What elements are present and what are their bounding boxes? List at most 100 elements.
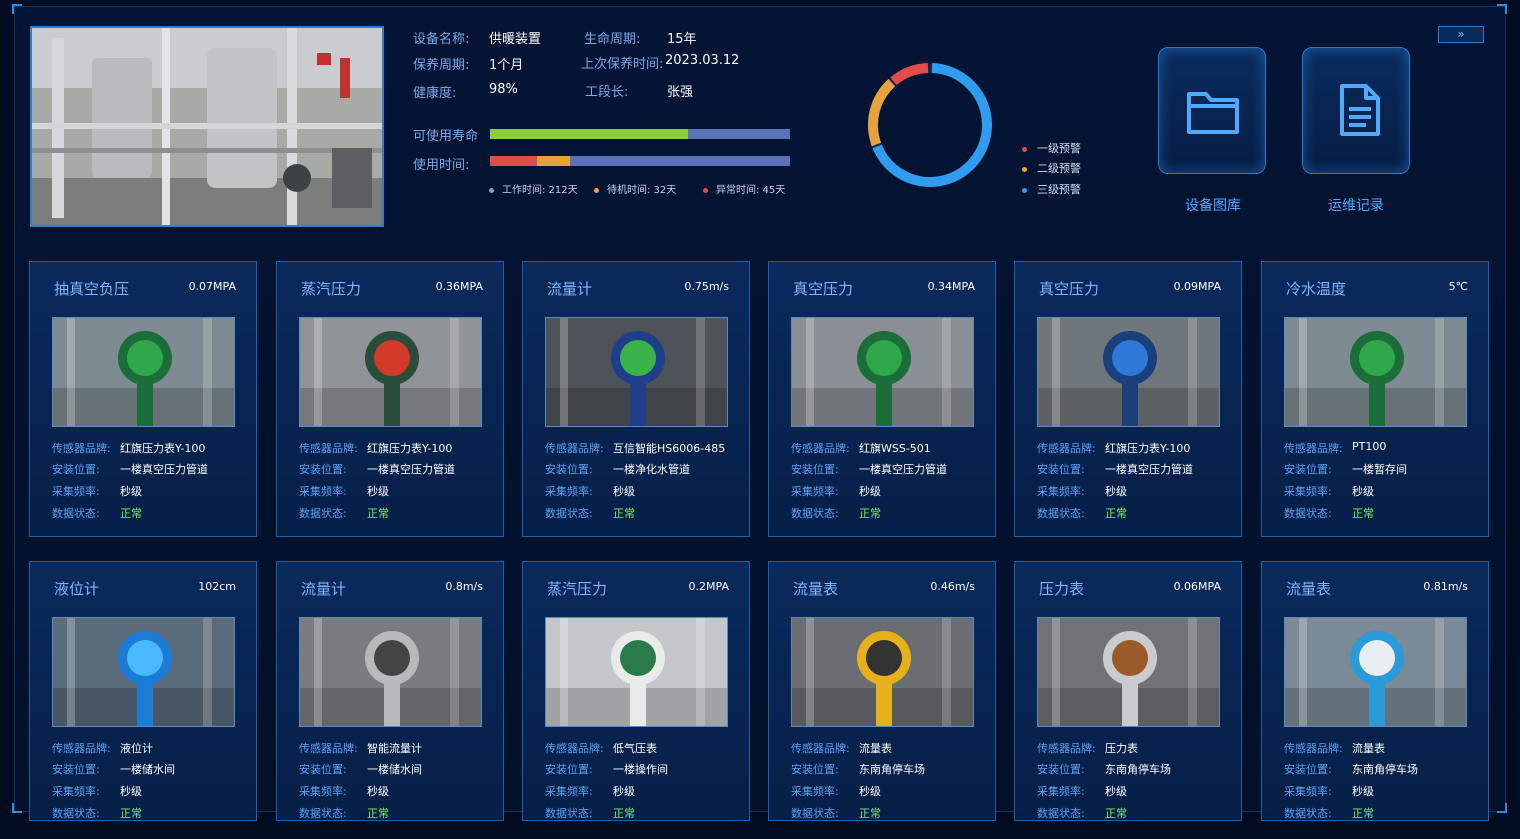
frequency-label: 采集频率: bbox=[1284, 785, 1332, 798]
status-label: 数据状态: bbox=[545, 807, 593, 820]
status-label: 数据状态: bbox=[791, 507, 839, 520]
sensor-location-row: 安装位置: 一楼真空压力管道 bbox=[1037, 461, 1193, 477]
sensor-status-row: 数据状态: 正常 bbox=[299, 505, 389, 521]
sensor-frequency-row: 采集频率: 秒级 bbox=[545, 783, 635, 799]
sensor-location-row: 安装位置: 东南角停车场 bbox=[1037, 761, 1171, 777]
status-value: 正常 bbox=[367, 807, 389, 820]
sensor-location-row: 安装位置: 一楼真空压力管道 bbox=[791, 461, 947, 477]
sensor-frequency-row: 采集频率: 秒级 bbox=[791, 483, 881, 499]
legend-dot bbox=[1022, 146, 1027, 152]
location-value: 一楼操作间 bbox=[613, 763, 668, 776]
expand-button[interactable]: » bbox=[1438, 26, 1484, 43]
sensor-status-row: 数据状态: 正常 bbox=[545, 505, 635, 521]
legend-working: 工作时间: 212天 bbox=[489, 181, 578, 196]
sensor-card-5[interactable]: 真空压力 0.09MPA 传感器品牌: 红旗压力表Y-100 安装位置: 一楼真空压… bbox=[1014, 261, 1242, 537]
location-value: 一楼真空压力管道 bbox=[859, 463, 947, 476]
brand-label: 传感器品牌: bbox=[1037, 442, 1096, 455]
field-last-maintenance: 上次保养时间: 2023.03.12 bbox=[581, 53, 740, 72]
brand-value: 红旗压力表Y-100 bbox=[120, 442, 206, 455]
sensor-title: 真空压力 bbox=[1039, 280, 1100, 298]
sensor-card-4[interactable]: 真空压力 0.34MPA 传感器品牌: 红旗WSS-501 安装位置: 一楼真空压力… bbox=[768, 261, 996, 537]
brand-label: 传感器品牌: bbox=[299, 742, 358, 755]
status-value: 正常 bbox=[1352, 807, 1374, 820]
frame-corner bbox=[1497, 4, 1507, 14]
location-label: 安装位置: bbox=[791, 463, 839, 476]
frame-corner bbox=[12, 4, 22, 14]
sensor-card-2[interactable]: 蒸汽压力 0.36MPA 传感器品牌: 红旗压力表Y-100 安装位置: 一楼真空压… bbox=[276, 261, 504, 537]
brand-value: 智能流量计 bbox=[367, 742, 422, 755]
sensor-brand-row: 传感器品牌: 液位计 bbox=[52, 740, 153, 756]
legend-dot bbox=[489, 187, 494, 193]
status-value: 正常 bbox=[613, 807, 635, 820]
frame-corner bbox=[1497, 803, 1507, 813]
location-value: 东南角停车场 bbox=[1352, 763, 1418, 776]
sensor-reading: 0.75m/s bbox=[684, 280, 729, 293]
location-label: 安装位置: bbox=[299, 463, 347, 476]
frequency-value: 秒级 bbox=[1105, 785, 1127, 798]
sensor-card-11[interactable]: 压力表 0.06MPA 传感器品牌: 压力表 安装位置: 东南角停车场 采集频率: 秒… bbox=[1014, 561, 1242, 821]
sensor-title: 抽真空负压 bbox=[54, 280, 130, 298]
frequency-value: 秒级 bbox=[859, 485, 881, 498]
status-label: 数据状态: bbox=[1284, 507, 1332, 520]
sensor-location-row: 安装位置: 一楼操作间 bbox=[545, 761, 668, 777]
location-label: 安装位置: bbox=[1284, 463, 1332, 476]
legend-dot bbox=[703, 187, 708, 193]
field-maintenance-cycle: 保养周期: 1个月 bbox=[413, 58, 524, 73]
folder-icon bbox=[1187, 92, 1239, 134]
status-label: 数据状态: bbox=[299, 807, 347, 820]
brand-label: 传感器品牌: bbox=[1284, 442, 1343, 455]
sensor-card-7[interactable]: 液位计 102cm 传感器品牌: 液位计 安装位置: 一楼储水间 采集频率: 秒级 数… bbox=[29, 561, 257, 821]
sensor-card-3[interactable]: 流量计 0.75m/s 传感器品牌: 互信智能HS6006-485 安装位置: 一楼… bbox=[522, 261, 750, 537]
frequency-value: 秒级 bbox=[1352, 785, 1374, 798]
frequency-label: 采集频率: bbox=[1284, 485, 1332, 498]
field-device-name: 设备名称: 供暖装置 bbox=[413, 32, 542, 47]
brand-value: 红旗压力表Y-100 bbox=[1105, 442, 1191, 455]
brand-value: 流量表 bbox=[859, 742, 892, 755]
status-value: 正常 bbox=[1105, 807, 1127, 820]
sensor-card-6[interactable]: 冷水温度 5℃ 传感器品牌: PT100 安装位置: 一楼暂存间 采集频率: 秒级 数… bbox=[1261, 261, 1489, 537]
sensor-frequency-row: 采集频率: 秒级 bbox=[1037, 783, 1127, 799]
status-value: 正常 bbox=[859, 507, 881, 520]
location-value: 一楼真空压力管道 bbox=[1105, 463, 1193, 476]
sensor-frequency-row: 采集频率: 秒级 bbox=[1284, 783, 1374, 799]
sensor-photo bbox=[791, 617, 974, 727]
field-life-cycle: 生命周期: 15年 bbox=[584, 32, 697, 47]
sensor-brand-row: 传感器品牌: 红旗WSS-501 bbox=[791, 440, 931, 456]
sensor-brand-row: 传感器品牌: 流量表 bbox=[1284, 740, 1385, 756]
equipment-photo[interactable] bbox=[30, 26, 384, 227]
device-gallery-button[interactable] bbox=[1158, 47, 1266, 174]
sensor-card-12[interactable]: 流量表 0.81m/s 传感器品牌: 流量表 安装位置: 东南角停车场 采集频率: 秒… bbox=[1261, 561, 1489, 821]
location-value: 一楼真空压力管道 bbox=[120, 463, 208, 476]
sensor-card-8[interactable]: 流量计 0.8m/s 传感器品牌: 智能流量计 安装位置: 一楼储水间 采集频率: 秒… bbox=[276, 561, 504, 821]
location-label: 安装位置: bbox=[1037, 763, 1085, 776]
legend-dot bbox=[1022, 166, 1027, 172]
donut-segment-level1 bbox=[890, 63, 929, 86]
brand-value: 流量表 bbox=[1352, 742, 1385, 755]
sensor-reading: 0.07MPA bbox=[188, 280, 236, 293]
sensor-card-10[interactable]: 流量表 0.46m/s 传感器品牌: 流量表 安装位置: 东南角停车场 采集频率: 秒… bbox=[768, 561, 996, 821]
legend-dot bbox=[1022, 187, 1027, 193]
brand-label: 传感器品牌: bbox=[52, 742, 111, 755]
double-chevron-right-icon: » bbox=[1457, 27, 1465, 41]
sensor-title: 流量计 bbox=[547, 280, 593, 298]
brand-label: 传感器品牌: bbox=[1284, 742, 1343, 755]
sensor-brand-row: 传感器品牌: PT100 bbox=[1284, 440, 1386, 456]
maintenance-records-button[interactable] bbox=[1302, 47, 1410, 174]
location-label: 安装位置: bbox=[545, 763, 593, 776]
sensor-location-row: 安装位置: 一楼净化水管道 bbox=[545, 461, 690, 477]
brand-value: 低气压表 bbox=[613, 742, 657, 755]
usable-life-fill bbox=[490, 129, 688, 139]
frequency-value: 秒级 bbox=[859, 785, 881, 798]
sensor-title: 压力表 bbox=[1039, 580, 1085, 598]
location-value: 东南角停车场 bbox=[1105, 763, 1171, 776]
brand-value: 红旗WSS-501 bbox=[859, 442, 931, 455]
maintenance-records-label[interactable]: 运维记录 bbox=[1328, 195, 1384, 215]
device-gallery-label[interactable]: 设备图库 bbox=[1185, 195, 1241, 215]
status-value: 正常 bbox=[1352, 507, 1374, 520]
sensor-card-1[interactable]: 抽真空负压 0.07MPA 传感器品牌: 红旗压力表Y-100 安装位置: 一楼真空… bbox=[29, 261, 257, 537]
frequency-label: 采集频率: bbox=[299, 785, 347, 798]
sensor-card-9[interactable]: 蒸汽压力 0.2MPA 传感器品牌: 低气压表 安装位置: 一楼操作间 采集频率: 秒… bbox=[522, 561, 750, 821]
alarm-donut-chart bbox=[868, 63, 992, 187]
usage-time-label: 使用时间: bbox=[413, 158, 470, 173]
location-value: 一楼净化水管道 bbox=[613, 463, 690, 476]
